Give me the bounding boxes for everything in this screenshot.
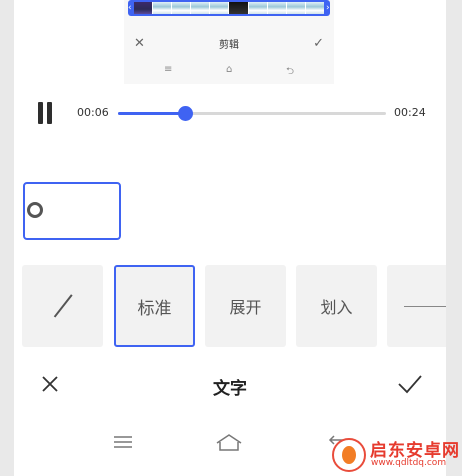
screen: ‹ › ✕ 剪辑 ✓ ≡ ⌂ ⮌ 00:06 00:24 标准 展开 划入 文字 bbox=[14, 0, 446, 476]
frame-thumbnails bbox=[134, 2, 324, 14]
back-icon[interactable]: ⮌ bbox=[286, 64, 294, 81]
total-time: 00:24 bbox=[394, 106, 426, 119]
edit-bar-title: 文字 bbox=[213, 379, 247, 399]
menu-icon[interactable]: ≡ bbox=[164, 64, 172, 81]
style-option-none[interactable] bbox=[22, 265, 103, 347]
progress-slider[interactable] bbox=[118, 106, 386, 121]
mini-preview: ‹ › ✕ 剪辑 ✓ ≡ ⌂ ⮌ bbox=[124, 0, 334, 84]
watermark-logo-icon bbox=[332, 438, 366, 472]
trim-handle-left[interactable]: ‹ bbox=[128, 2, 132, 14]
video-player-controls: 00:06 00:24 bbox=[32, 98, 432, 128]
style-option-line[interactable] bbox=[387, 265, 446, 347]
watermark-url: www.qdltdq.com bbox=[371, 458, 447, 468]
style-option-expand[interactable]: 展开 bbox=[205, 265, 286, 347]
home-icon[interactable]: ⌂ bbox=[226, 64, 232, 81]
current-time: 00:06 bbox=[77, 106, 109, 119]
none-icon bbox=[53, 294, 72, 318]
trim-handle-right[interactable]: › bbox=[326, 2, 330, 14]
progress-fill bbox=[118, 112, 185, 115]
close-icon[interactable]: ✕ bbox=[134, 36, 145, 51]
text-style-options: 标准 展开 划入 bbox=[22, 265, 446, 347]
mini-nav-bar: ≡ ⌂ ⮌ bbox=[164, 64, 294, 81]
watermark: 启东安卓网 www.qdltdq.com bbox=[326, 424, 462, 476]
check-icon[interactable] bbox=[396, 372, 424, 396]
style-option-standard[interactable]: 标准 bbox=[114, 265, 195, 347]
mini-edit-bar: ✕ 剪辑 ✓ bbox=[134, 33, 324, 53]
line-icon bbox=[403, 305, 446, 307]
text-anchor-handle[interactable] bbox=[27, 202, 43, 218]
check-icon[interactable]: ✓ bbox=[313, 36, 324, 51]
menu-icon[interactable] bbox=[108, 430, 138, 454]
home-icon[interactable] bbox=[214, 430, 244, 454]
text-clip-box[interactable] bbox=[23, 182, 121, 240]
filmstrip-timeline[interactable]: ‹ › bbox=[128, 0, 330, 16]
progress-knob[interactable] bbox=[178, 106, 193, 121]
pause-button[interactable] bbox=[36, 102, 54, 124]
style-option-slide-in[interactable]: 划入 bbox=[296, 265, 377, 347]
text-edit-bar: 文字 bbox=[14, 364, 446, 404]
mini-title: 剪辑 bbox=[219, 39, 239, 51]
